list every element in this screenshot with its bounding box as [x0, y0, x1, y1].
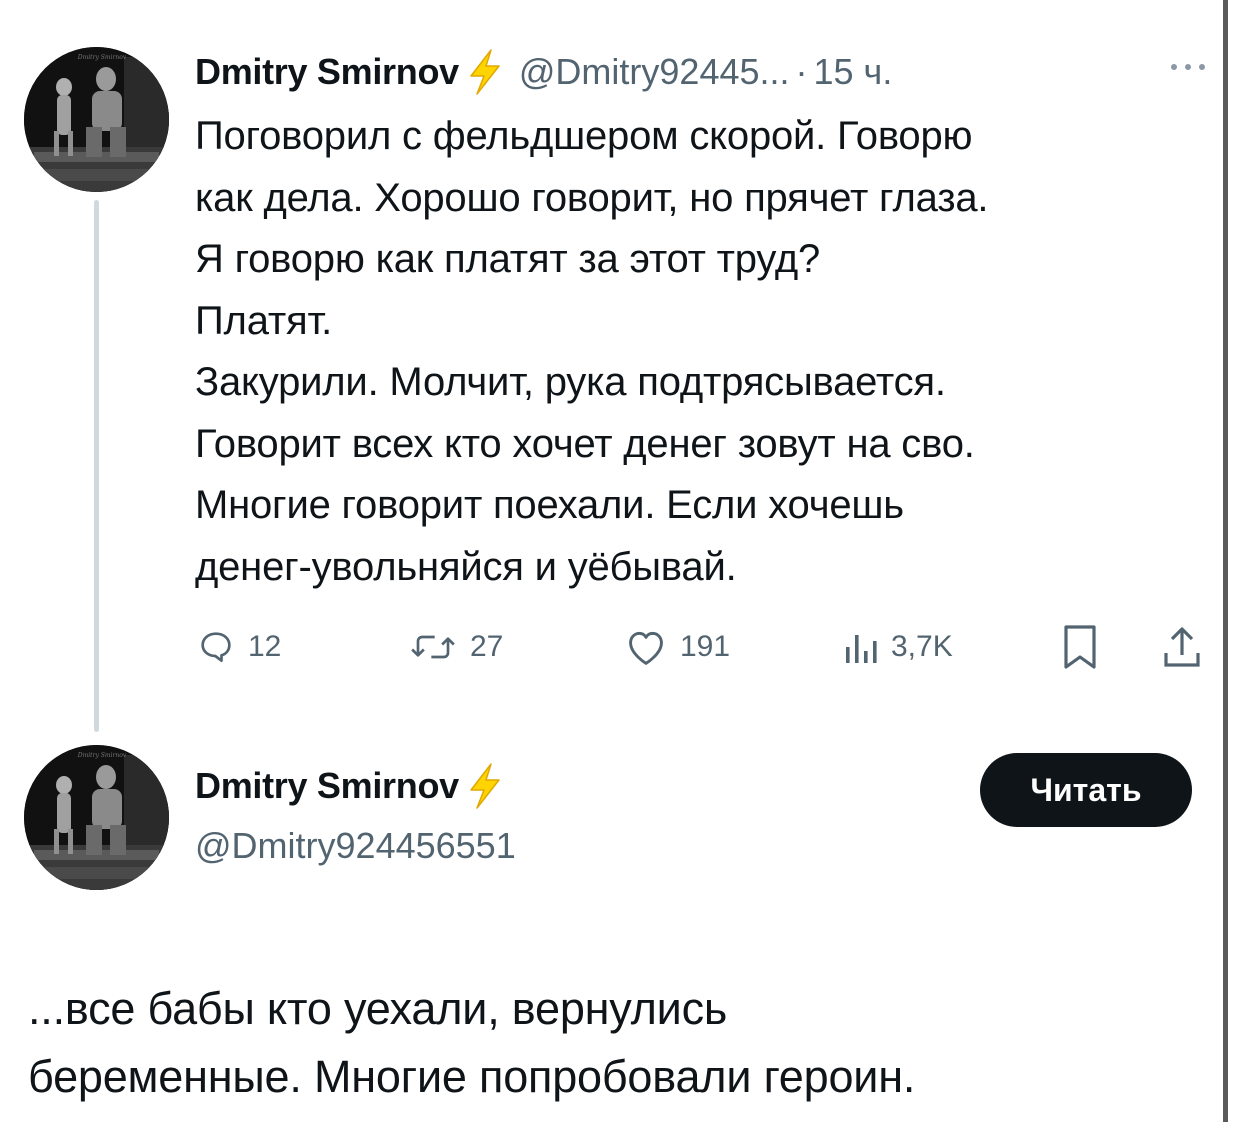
bio-line: беременные. Многие попробовали героин. [28, 1051, 916, 1102]
views-count: 3,7K [891, 630, 953, 663]
retweet-count: 27 [470, 630, 504, 663]
avatar[interactable]: Dmitry Smirnov [24, 47, 169, 192]
share-button[interactable] [1160, 617, 1204, 677]
tweet-line: Закурили. Молчит, рука подтрясывается. [195, 360, 946, 404]
tweet-line: Я говорю как платят за этот труд? [195, 237, 821, 281]
tweet-header: Dmitry Smirnov @Dmitry92445... · 15 ч. [195, 44, 892, 100]
svg-text:Dmitry Smirnov: Dmitry Smirnov [77, 752, 127, 759]
profile-handle[interactable]: @Dmitry924456551 [195, 825, 516, 867]
profile-name-row: Dmitry Smirnov [195, 762, 505, 810]
reply-icon [201, 632, 231, 662]
like-button[interactable]: 191 [624, 617, 730, 677]
tweet-text: Поговорил с фельдшером скорой. Говорю ка… [195, 106, 1210, 598]
author-name[interactable]: Dmitry Smirnov [195, 51, 459, 93]
bolt-icon [465, 48, 505, 96]
tweet-line: Говорит всех кто хочет денег зовут на св… [195, 421, 975, 466]
tweet-line: денег-увольняйся и уёбывай. [195, 544, 737, 589]
heart-icon [629, 631, 663, 665]
profile-name[interactable]: Dmitry Smirnov [195, 765, 459, 807]
like-count: 191 [680, 630, 731, 663]
profile-bio: ...все бабы кто уехали, вернулись береме… [28, 975, 1208, 1111]
retweet-icon [411, 635, 455, 659]
window-edge [1223, 0, 1228, 1122]
bio-line: ...все бабы кто уехали, вернулись [28, 983, 728, 1034]
bolt-icon [465, 762, 505, 810]
tweet-line: Платят. [195, 298, 333, 343]
tweet-time[interactable]: 15 ч. [814, 51, 893, 93]
bookmark-icon [1064, 625, 1096, 669]
follow-button[interactable]: Читать [980, 753, 1192, 827]
bookmark-button[interactable] [1060, 617, 1100, 677]
author-handle[interactable]: @Dmitry92445... [519, 51, 790, 93]
profile-avatar[interactable]: Dmitry Smirnov [24, 745, 169, 890]
tweet-line: Поговорил с фельдшером скорой. Говорю [195, 114, 973, 158]
tweet-line: Многие говорит поехали. Если хочешь [195, 483, 904, 527]
views-icon [846, 635, 877, 663]
avatar-photo: Dmitry Smirnov [24, 745, 169, 890]
more-options-icon[interactable] [1165, 56, 1211, 78]
svg-text:Dmitry Smirnov: Dmitry Smirnov [77, 54, 127, 61]
avatar-photo: Dmitry Smirnov [24, 47, 169, 192]
tweet-line: как дела. Хорошо говорит, но прячет глаз… [195, 175, 989, 220]
separator-dot: · [795, 51, 808, 92]
tweet-actions: 12 27 191 3,7K [0, 617, 1241, 677]
views-button[interactable]: 3,7K [843, 617, 953, 677]
retweet-button[interactable]: 27 [408, 617, 503, 677]
reply-button[interactable]: 12 [196, 617, 281, 677]
share-icon [1164, 627, 1200, 667]
reply-count: 12 [248, 630, 282, 663]
